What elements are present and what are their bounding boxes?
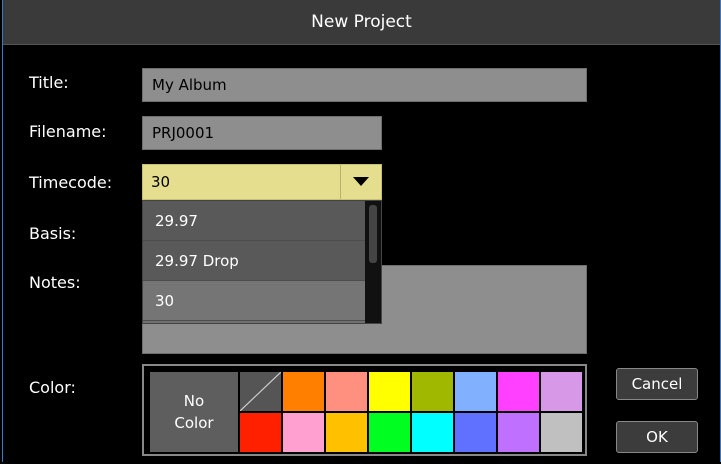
diagonal-line-icon (239, 371, 282, 412)
swatch-none[interactable] (239, 371, 282, 412)
timecode-option-selected[interactable]: 30 (143, 281, 365, 321)
no-color-label-line2: Color (174, 414, 214, 432)
filename-field[interactable]: PRJ0001 (142, 116, 382, 150)
no-color-label-line1: No (183, 392, 205, 410)
color-swatch[interactable] (240, 413, 281, 452)
color-swatch[interactable] (326, 372, 367, 411)
color-swatch[interactable] (455, 372, 496, 411)
filename-label: Filename: (29, 122, 107, 141)
dropdown-scrollbar[interactable] (365, 201, 381, 323)
color-swatch[interactable] (498, 372, 539, 411)
color-swatch[interactable] (326, 413, 367, 452)
dropdown-arrow-button[interactable] (340, 165, 381, 199)
color-swatch[interactable] (283, 372, 324, 411)
cancel-button[interactable]: Cancel (616, 368, 698, 400)
title-label: Title: (29, 73, 69, 92)
color-label: Color: (29, 378, 76, 397)
color-swatch[interactable] (455, 413, 496, 452)
chevron-down-icon (353, 177, 369, 186)
dialog-title: New Project (3, 0, 720, 45)
timecode-select[interactable]: 30 (142, 164, 382, 200)
scrollbar-thumb[interactable] (369, 205, 377, 263)
timecode-option[interactable]: 29.97 Drop (143, 241, 365, 281)
color-swatch[interactable] (498, 413, 539, 452)
timecode-value: 30 (151, 173, 171, 191)
notes-label: Notes: (29, 273, 81, 292)
color-swatch[interactable] (541, 413, 582, 452)
title-field[interactable]: My Album (142, 68, 587, 102)
color-swatch[interactable] (369, 372, 410, 411)
timecode-dropdown-list: 29.97 29.97 Drop 30 (142, 200, 382, 324)
timecode-label: Timecode: (29, 173, 113, 192)
color-swatch[interactable] (541, 372, 582, 411)
color-swatch[interactable] (369, 413, 410, 452)
timecode-option[interactable]: 29.97 (143, 201, 365, 241)
color-swatch[interactable] (412, 413, 453, 452)
new-project-dialog: New Project Title: My Album Filename: PR… (2, 0, 721, 462)
ok-button[interactable]: OK (616, 421, 698, 453)
no-color-button[interactable]: No Color (150, 372, 238, 452)
basis-label: Basis: (29, 224, 77, 243)
color-swatch[interactable] (412, 372, 453, 411)
color-swatch[interactable] (283, 413, 324, 452)
color-palette: No Color (142, 364, 587, 456)
